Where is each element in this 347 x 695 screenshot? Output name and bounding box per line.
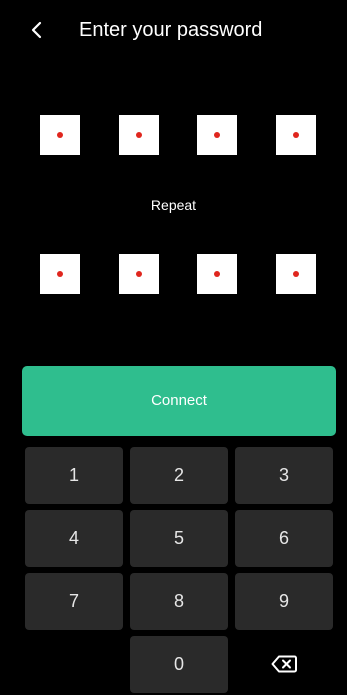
key-2[interactable]: 2 — [130, 447, 228, 504]
pin-dot — [214, 132, 220, 138]
pin-row-password — [40, 115, 317, 155]
key-8[interactable]: 8 — [130, 573, 228, 630]
pin-dot — [136, 132, 142, 138]
key-1[interactable]: 1 — [25, 447, 123, 504]
key-6[interactable]: 6 — [235, 510, 333, 567]
pin-dot — [214, 271, 220, 277]
pin-digit-box[interactable] — [40, 115, 80, 155]
key-4[interactable]: 4 — [25, 510, 123, 567]
numeric-keypad: 1 2 3 4 5 6 7 8 9 0 — [0, 0, 347, 695]
connect-button[interactable]: Connect — [22, 366, 336, 436]
pin-dot — [293, 132, 299, 138]
pin-digit-box[interactable] — [119, 254, 159, 294]
key-9[interactable]: 9 — [235, 573, 333, 630]
pin-digit-box[interactable] — [40, 254, 80, 294]
key-5[interactable]: 5 — [130, 510, 228, 567]
pin-digit-box[interactable] — [119, 115, 159, 155]
pin-dot — [136, 271, 142, 277]
pin-digit-box[interactable] — [197, 115, 237, 155]
back-button[interactable] — [28, 14, 52, 46]
repeat-label: Repeat — [150, 197, 197, 213]
pin-dot — [293, 271, 299, 277]
pin-digit-box[interactable] — [197, 254, 237, 294]
key-0[interactable]: 0 — [130, 636, 228, 693]
pin-digit-box[interactable] — [276, 115, 316, 155]
pin-dot — [57, 271, 63, 277]
key-7[interactable]: 7 — [25, 573, 123, 630]
chevron-left-icon — [31, 21, 42, 39]
pin-row-repeat — [40, 254, 317, 294]
page-title: Enter your password — [79, 19, 263, 41]
backspace-button[interactable] — [235, 636, 333, 693]
pin-dot — [57, 132, 63, 138]
pin-digit-box[interactable] — [276, 254, 316, 294]
key-3[interactable]: 3 — [235, 447, 333, 504]
header: Enter your password — [0, 0, 347, 64]
backspace-icon — [271, 655, 297, 673]
